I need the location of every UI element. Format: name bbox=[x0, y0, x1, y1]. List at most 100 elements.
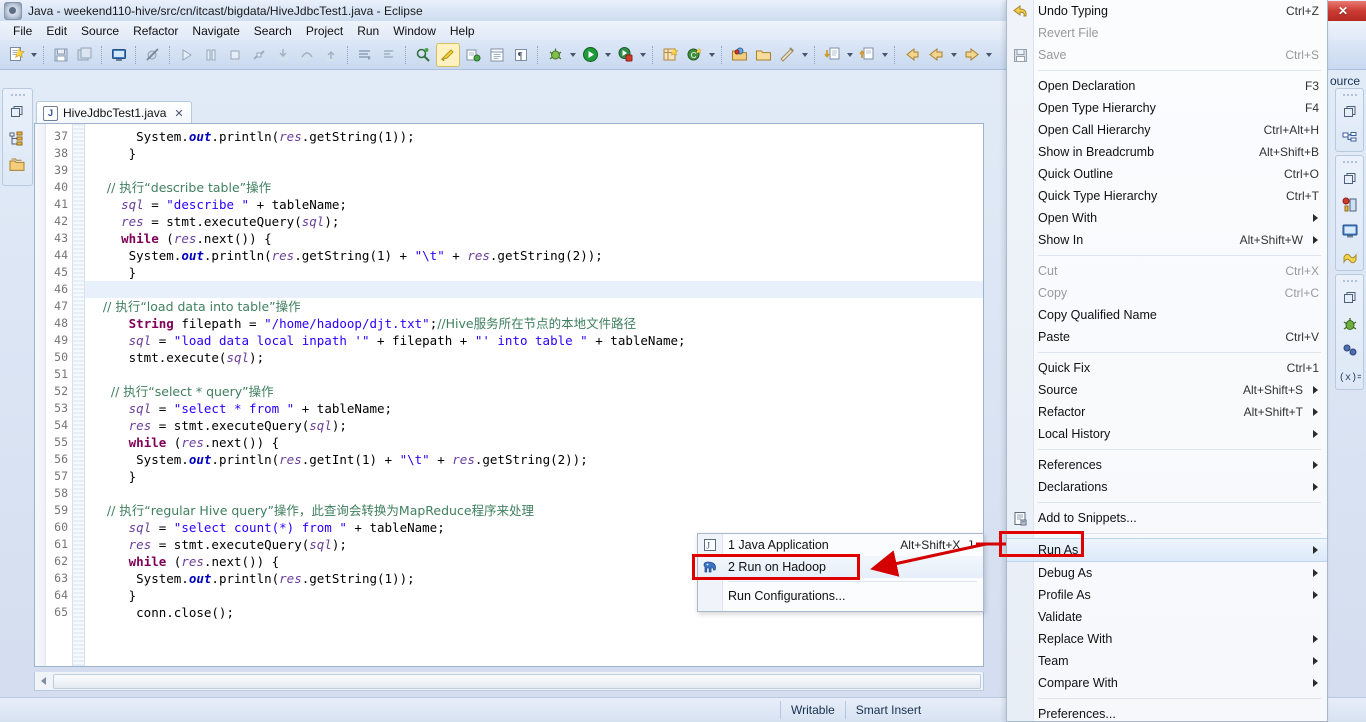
context-menu-item-compare-with[interactable]: Compare With bbox=[1007, 672, 1327, 694]
import-icon[interactable] bbox=[821, 44, 843, 66]
export-icon[interactable] bbox=[856, 44, 878, 66]
code-line[interactable]: sql = "select * from " + tableName; bbox=[91, 400, 983, 417]
forward-dropdown-icon[interactable] bbox=[983, 44, 994, 66]
quick-fix-dropdown-icon[interactable] bbox=[799, 44, 810, 66]
back-history-icon[interactable] bbox=[901, 44, 923, 66]
bug-debug-icon[interactable] bbox=[1336, 311, 1363, 337]
context-menu-item-local-history[interactable]: Local History bbox=[1007, 423, 1327, 445]
save-all-icon[interactable] bbox=[74, 44, 96, 66]
outline-view-icon[interactable] bbox=[1336, 125, 1363, 151]
debug-dropdown-icon[interactable] bbox=[567, 44, 578, 66]
open-resource-icon[interactable] bbox=[752, 44, 774, 66]
submenu-item-2-run-on-hadoop[interactable]: 2 Run on Hadoop bbox=[698, 556, 983, 578]
menu-search[interactable]: Search bbox=[247, 22, 299, 40]
code-line[interactable]: sql = "describe " + tableName; bbox=[91, 196, 983, 213]
context-menu-item-replace-with[interactable]: Replace With bbox=[1007, 628, 1327, 650]
code-line[interactable]: while (res.next()) { bbox=[91, 230, 983, 247]
code-line[interactable]: // 执行“select * query”操作 bbox=[91, 383, 983, 400]
open-type-icon[interactable] bbox=[728, 44, 750, 66]
submenu-item-run-configurations[interactable]: Run Configurations... bbox=[698, 585, 983, 607]
code-line[interactable]: System.out.println(res.getString(1) + "\… bbox=[91, 247, 983, 264]
menu-navigate[interactable]: Navigate bbox=[185, 22, 246, 40]
quick-fix-icon[interactable] bbox=[776, 44, 798, 66]
back-icon[interactable] bbox=[925, 44, 947, 66]
export-dropdown-icon[interactable] bbox=[879, 44, 890, 66]
context-menu-item-quick-outline[interactable]: Quick Outline Ctrl+O bbox=[1007, 163, 1327, 185]
code-line[interactable]: System.out.println(res.getString(1)); bbox=[91, 128, 983, 145]
context-menu-item-refactor[interactable]: Refactor Alt+Shift+T bbox=[1007, 401, 1327, 423]
outline-view-icon[interactable] bbox=[3, 125, 30, 151]
context-menu-item-debug-as[interactable]: Debug As bbox=[1007, 562, 1327, 584]
context-menu-item-declarations[interactable]: Declarations bbox=[1007, 476, 1327, 498]
console-icon[interactable] bbox=[108, 44, 130, 66]
run-icon[interactable] bbox=[579, 44, 601, 66]
last-edit-icon[interactable] bbox=[378, 44, 400, 66]
new-dropdown-icon[interactable] bbox=[28, 44, 39, 66]
context-menu-item-show-in[interactable]: Show In Alt+Shift+W bbox=[1007, 229, 1327, 251]
resume-icon[interactable] bbox=[176, 44, 198, 66]
menu-run[interactable]: Run bbox=[350, 22, 386, 40]
context-menu-item-references[interactable]: References bbox=[1007, 454, 1327, 476]
scrollbar-thumb[interactable] bbox=[53, 673, 981, 689]
suspend-icon[interactable] bbox=[200, 44, 222, 66]
restore-view-icon[interactable] bbox=[1336, 99, 1363, 125]
skip-breakpoints-icon[interactable] bbox=[142, 44, 164, 66]
code-line[interactable]: res = stmt.executeQuery(sql); bbox=[91, 213, 983, 230]
menu-window[interactable]: Window bbox=[386, 22, 443, 40]
code-line[interactable]: String filepath = "/home/hadoop/djt.txt"… bbox=[91, 315, 983, 332]
import-dropdown-icon[interactable] bbox=[844, 44, 855, 66]
code-line[interactable]: } bbox=[91, 264, 983, 281]
step-over-icon[interactable] bbox=[296, 44, 318, 66]
menu-help[interactable]: Help bbox=[443, 22, 482, 40]
step-into-icon[interactable] bbox=[272, 44, 294, 66]
new-wizard-icon[interactable] bbox=[5, 44, 27, 66]
new-java-project-icon[interactable] bbox=[659, 44, 681, 66]
code-line[interactable]: } bbox=[91, 145, 983, 162]
show-outline-icon[interactable] bbox=[486, 44, 508, 66]
context-menu-item-source[interactable]: Source Alt+Shift+S bbox=[1007, 379, 1327, 401]
marker-bar[interactable] bbox=[35, 124, 46, 666]
context-menu-item-add-to-snippets[interactable]: Add to Snippets... bbox=[1007, 507, 1327, 529]
breakpoints-view-icon[interactable] bbox=[1336, 192, 1363, 218]
menu-refactor[interactable]: Refactor bbox=[126, 22, 185, 40]
editor-tab-hivejdbctest1[interactable]: J HiveJdbcTest1.java ✕ bbox=[36, 101, 192, 124]
forward-icon[interactable] bbox=[960, 44, 982, 66]
code-line[interactable]: while (res.next()) { bbox=[91, 434, 983, 451]
context-menu-item-team[interactable]: Team bbox=[1007, 650, 1327, 672]
menu-source[interactable]: Source bbox=[74, 22, 126, 40]
code-line[interactable]: System.out.println(res.getInt(1) + "\t" … bbox=[91, 451, 983, 468]
code-line[interactable] bbox=[91, 162, 983, 179]
search-icon[interactable] bbox=[412, 44, 434, 66]
console-view-icon[interactable] bbox=[1336, 218, 1363, 244]
code-line[interactable]: stmt.execute(sql); bbox=[91, 349, 983, 366]
toggle-mark-occurrences-icon[interactable] bbox=[436, 42, 460, 67]
code-line[interactable] bbox=[85, 281, 983, 298]
rail-grip[interactable] bbox=[1342, 158, 1357, 166]
context-menu-item-preferences[interactable]: Preferences... bbox=[1007, 703, 1327, 722]
context-menu-item-profile-as[interactable]: Profile As bbox=[1007, 584, 1327, 606]
rail-grip[interactable] bbox=[3, 91, 32, 99]
context-menu-item-open-declaration[interactable]: Open Declaration F3 bbox=[1007, 75, 1327, 97]
disconnect-icon[interactable] bbox=[248, 44, 270, 66]
variables-view-icon[interactable]: (x)= bbox=[1336, 363, 1363, 389]
code-line[interactable] bbox=[91, 366, 983, 383]
save-icon[interactable] bbox=[50, 44, 72, 66]
context-menu-item-copy-qualified-name[interactable]: Copy Qualified Name bbox=[1007, 304, 1327, 326]
restore-view-icon[interactable] bbox=[1336, 166, 1363, 192]
new-class-icon[interactable]: C bbox=[683, 44, 705, 66]
back-dropdown-icon[interactable] bbox=[948, 44, 959, 66]
restore-view-icon[interactable] bbox=[3, 99, 30, 125]
rail-grip[interactable] bbox=[1342, 91, 1357, 99]
show-whitespace-icon[interactable]: ¶ bbox=[510, 44, 532, 66]
code-line[interactable]: // 执行“describe table”操作 bbox=[91, 179, 983, 196]
context-menu-item-quick-type-hierarchy[interactable]: Quick Type Hierarchy Ctrl+T bbox=[1007, 185, 1327, 207]
debug-icon[interactable] bbox=[544, 44, 566, 66]
code-line[interactable]: sql = "load data local inpath '" + filep… bbox=[91, 332, 983, 349]
step-return-icon[interactable] bbox=[320, 44, 342, 66]
close-icon[interactable]: ✕ bbox=[174, 107, 183, 120]
submenu-item-1-java-application[interactable]: J 1 Java Application Alt+Shift+X, J bbox=[698, 534, 983, 556]
package-explorer-icon[interactable] bbox=[3, 151, 30, 177]
menu-project[interactable]: Project bbox=[299, 22, 350, 40]
context-menu-item-open-type-hierarchy[interactable]: Open Type Hierarchy F4 bbox=[1007, 97, 1327, 119]
context-menu-item-validate[interactable]: Validate bbox=[1007, 606, 1327, 628]
